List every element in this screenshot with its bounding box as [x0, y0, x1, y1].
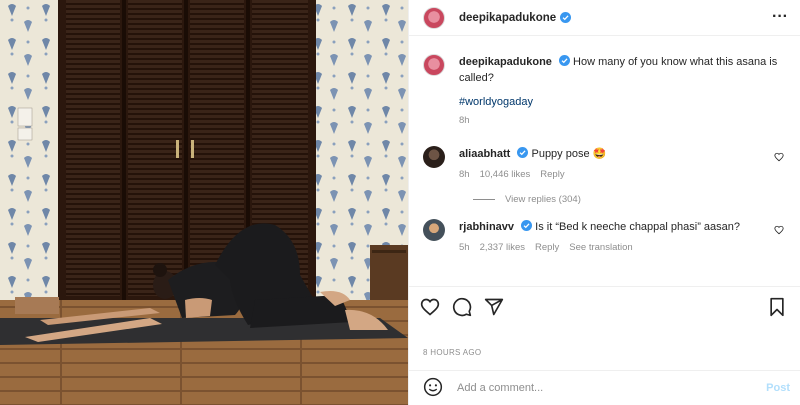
post-photo[interactable] — [0, 0, 408, 405]
comment-item: rjabhinavv Is it “Bed k neeche chappal p… — [423, 219, 786, 253]
header-username[interactable]: deepikapadukone — [459, 12, 556, 24]
see-translation-button[interactable]: See translation — [569, 242, 632, 253]
action-bar — [409, 286, 800, 326]
verified-badge-icon — [560, 12, 572, 23]
verified-badge-icon — [521, 220, 533, 231]
smiley-icon[interactable] — [423, 377, 443, 400]
comment-body: Puppy pose 🤩 — [531, 148, 607, 160]
avatar[interactable] — [423, 54, 445, 76]
comment-meta: 8h 10,446 likes Reply — [459, 169, 786, 180]
reply-button[interactable]: Reply — [535, 242, 559, 253]
comment-time[interactable]: 5h — [459, 242, 470, 253]
post-header: deepikapadukone ··· — [409, 0, 800, 36]
comment-likes[interactable]: 2,337 likes — [480, 242, 525, 253]
verified-badge-icon — [517, 147, 529, 158]
comment-username[interactable]: rjabhinavv — [459, 221, 514, 233]
reply-button[interactable]: Reply — [540, 169, 564, 180]
comment-item: aliaabhatt Puppy pose 🤩 8h 10,446 likes … — [423, 146, 786, 180]
comment-meta: 5h 2,337 likes Reply See translation — [459, 242, 786, 253]
post-timestamp[interactable]: 8 HOURS AGO — [423, 348, 481, 357]
verified-badge-icon — [558, 55, 570, 66]
view-replies-label: View replies (304) — [505, 194, 581, 205]
comment-like-icon[interactable] — [774, 152, 784, 162]
avatar[interactable] — [423, 6, 445, 29]
add-comment-bar: Post — [409, 370, 800, 405]
caption-meta: 8h — [459, 115, 786, 126]
heart-icon[interactable] — [419, 296, 441, 318]
comment-username[interactable]: aliaabhatt — [459, 148, 510, 160]
caption-text: deepikapadukone How many of you know wha… — [459, 54, 786, 86]
caption: deepikapadukone How many of you know wha… — [423, 54, 786, 126]
yoga-photo-illustration — [0, 0, 408, 405]
post-button[interactable]: Post — [766, 382, 790, 394]
comment-time[interactable]: 8h — [459, 169, 470, 180]
caption-time[interactable]: 8h — [459, 115, 470, 126]
comment-likes[interactable]: 10,446 likes — [480, 169, 531, 180]
paper-plane-icon[interactable] — [483, 296, 505, 318]
comments-list: deepikapadukone How many of you know wha… — [409, 36, 800, 286]
avatar[interactable] — [423, 146, 445, 168]
comment-text: aliaabhatt Puppy pose 🤩 — [459, 146, 786, 162]
avatar[interactable] — [423, 219, 445, 241]
view-replies-line — [473, 199, 495, 200]
view-replies-button[interactable]: View replies (304) — [473, 194, 786, 205]
bookmark-icon[interactable] — [766, 296, 788, 318]
comment-text: rjabhinavv Is it “Bed k neeche chappal p… — [459, 219, 786, 235]
comment-like-icon[interactable] — [774, 225, 784, 235]
hashtag-link[interactable]: #worldyogaday — [459, 96, 786, 108]
comment-body: Is it “Bed k neeche chappal phasi” aasan… — [535, 221, 741, 233]
more-horizontal-icon[interactable]: ··· — [772, 9, 788, 25]
comment-icon[interactable] — [451, 296, 473, 318]
caption-username[interactable]: deepikapadukone — [459, 56, 552, 68]
post-side-panel: deepikapadukone ··· deepikapadukone How … — [408, 0, 800, 405]
comment-input[interactable] — [457, 382, 737, 394]
